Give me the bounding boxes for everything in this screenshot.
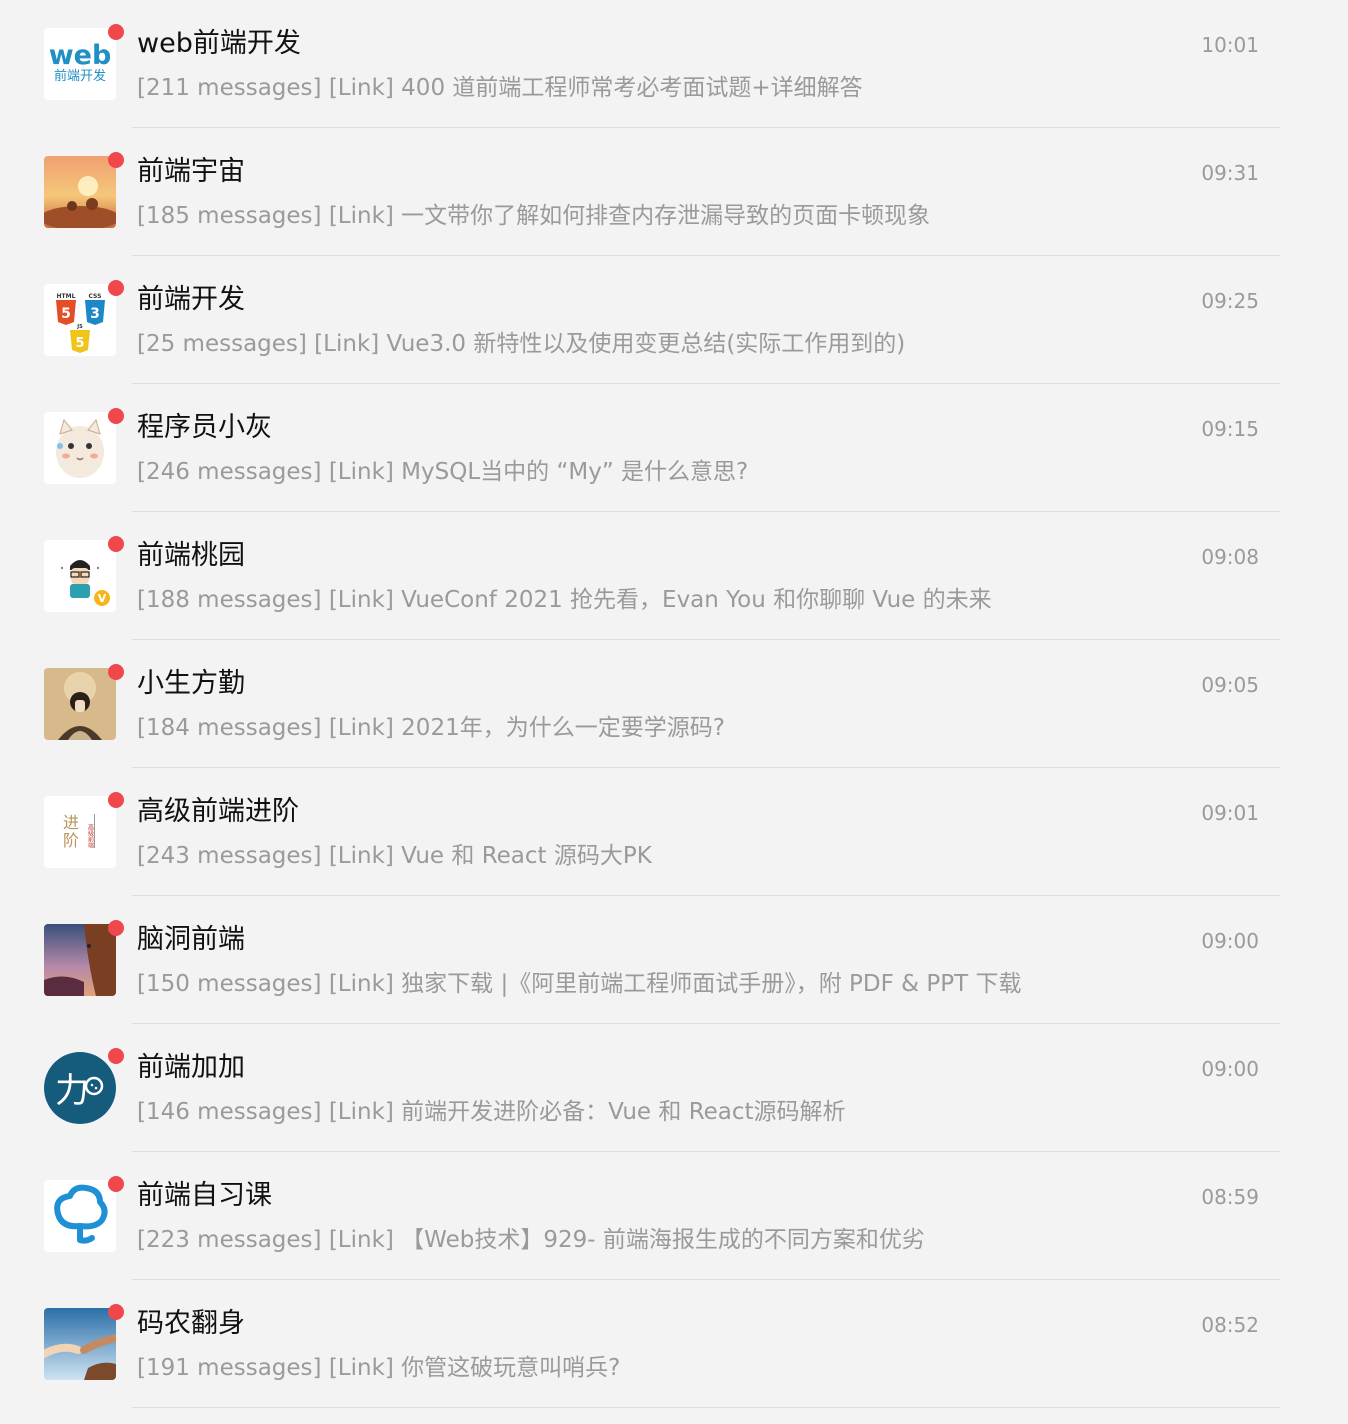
avatar-subtext: 前端开发 [54, 68, 106, 84]
web-logo-icon: web 前端开发 [44, 28, 116, 100]
unread-dot [108, 408, 124, 424]
avatar-wrap: 进 阶 高级前端 [44, 792, 124, 868]
chat-item[interactable]: 脑洞前端 09:00 [150 messages] [Link] 独家下载 |《… [0, 896, 1348, 1024]
chat-item[interactable]: 力 前端加加 09:00 [146 messages] [Link] 前端开发进… [0, 1024, 1348, 1152]
jinjie-calligraphy-icon: 进 阶 高级前端 [44, 796, 116, 868]
unread-dot [108, 152, 124, 168]
unread-dot [108, 1304, 124, 1320]
chat-time: 09:05 [1201, 673, 1259, 697]
avatar-wrap [44, 920, 124, 996]
svg-text:5: 5 [61, 306, 71, 322]
chat-preview: [223 messages] [Link] 【Web技术】929- 前端海报生成… [137, 1227, 925, 1253]
cliff-climber-icon [44, 924, 116, 996]
chat-item[interactable]: 前端自习课 08:59 [223 messages] [Link] 【Web技术… [0, 1152, 1348, 1280]
chat-preview: [25 messages] [Link] Vue3.0 新特性以及使用变更总结(… [137, 331, 906, 357]
separator [132, 1407, 1280, 1408]
svg-text:力: 力 [55, 1071, 89, 1111]
chat-name: 小生方勤 [137, 668, 245, 699]
chat-name: 前端加加 [137, 1052, 245, 1083]
chat-time: 09:08 [1201, 545, 1259, 569]
blue-tree-logo-icon [44, 1180, 116, 1252]
chat-item[interactable]: V 前端桃园 09:08 [188 messages] [Link] VueCo… [0, 512, 1348, 640]
unread-dot [108, 664, 124, 680]
helping-hands-icon [44, 1308, 116, 1380]
svg-text:高级前端: 高级前端 [87, 823, 94, 849]
chat-time: 09:01 [1201, 801, 1259, 825]
chat-name: 前端宇宙 [137, 156, 245, 187]
avatar-wrap: HTML CSS 5 3 JS 5 [44, 280, 124, 356]
unread-dot [108, 920, 124, 936]
unread-dot [108, 1176, 124, 1192]
chat-item[interactable]: 进 阶 高级前端 高级前端进阶 09:01 [243 messages] [Li… [0, 768, 1348, 896]
chat-time: 09:00 [1201, 929, 1259, 953]
chat-name: 码农翻身 [137, 1308, 245, 1339]
chat-time: 09:00 [1201, 1057, 1259, 1081]
chat-time: 10:01 [1201, 33, 1259, 57]
chat-item[interactable]: 前端宇宙 09:31 [185 messages] [Link] 一文带你了解如… [0, 128, 1348, 256]
avatar-wrap: 力 [44, 1048, 124, 1124]
chat-preview: [191 messages] [Link] 你管这破玩意叫哨兵? [137, 1355, 621, 1381]
chat-name: 程序员小灰 [137, 412, 272, 443]
chat-item[interactable]: 码农翻身 08:52 [191 messages] [Link] 你管这破玩意叫… [0, 1280, 1348, 1408]
svg-text:HTML: HTML [57, 293, 76, 300]
chat-item[interactable]: 程序员小灰 09:15 [246 messages] [Link] MySQL当… [0, 384, 1348, 512]
portrait-illustration-icon [44, 668, 116, 740]
chat-preview: [243 messages] [Link] Vue 和 React 源码大PK [137, 843, 652, 869]
chat-time: 09:25 [1201, 289, 1259, 313]
chat-item[interactable]: web 前端开发 web前端开发 10:01 [211 messages] [L… [0, 0, 1348, 128]
chat-name: 前端自习课 [137, 1180, 272, 1211]
svg-text:3: 3 [90, 306, 100, 322]
avatar-wrap [44, 408, 124, 484]
chat-preview: [150 messages] [Link] 独家下载 |《阿里前端工程师面试手册… [137, 971, 1022, 997]
chat-preview: [211 messages] [Link] 400 道前端工程师常考必考面试题+… [137, 75, 863, 101]
avatar-wrap [44, 152, 124, 228]
cartoon-cat-icon [44, 412, 116, 484]
chat-time: 09:15 [1201, 417, 1259, 441]
chat-preview: [184 messages] [Link] 2021年，为什么一定要学源码? [137, 715, 725, 741]
chat-name: 脑洞前端 [137, 924, 245, 955]
svg-text:进: 进 [63, 813, 79, 832]
verified-badge: V [98, 592, 107, 605]
programmer-cartoon-icon: V [44, 540, 116, 612]
chat-name: 高级前端进阶 [137, 796, 299, 827]
chat-time: 08:59 [1201, 1185, 1259, 1209]
svg-text:5: 5 [75, 336, 84, 351]
chat-name: 前端开发 [137, 284, 245, 315]
chat-list: web 前端开发 web前端开发 10:01 [211 messages] [L… [0, 0, 1348, 1424]
unread-dot [108, 24, 124, 40]
chat-time: 09:31 [1201, 161, 1259, 185]
chat-name: 前端桃园 [137, 540, 245, 571]
unread-dot [108, 536, 124, 552]
chat-time: 08:52 [1201, 1313, 1259, 1337]
chat-name: web前端开发 [137, 28, 301, 59]
chat-preview: [146 messages] [Link] 前端开发进阶必备：Vue 和 Rea… [137, 1099, 846, 1125]
sunset-scene-icon [44, 156, 116, 228]
svg-text:CSS: CSS [89, 293, 102, 300]
svg-text:JS: JS [76, 324, 83, 330]
avatar-wrap [44, 664, 124, 740]
chat-item[interactable]: 小生方勤 09:05 [184 messages] [Link] 2021年，为… [0, 640, 1348, 768]
chat-preview: [246 messages] [Link] MySQL当中的 “My” 是什么意… [137, 459, 749, 485]
avatar-wrap [44, 1304, 124, 1380]
avatar-wrap [44, 1176, 124, 1252]
chat-preview: [185 messages] [Link] 一文带你了解如何排查内存泄漏导致的页… [137, 203, 931, 229]
html-css-js-badges-icon: HTML CSS 5 3 JS 5 [44, 284, 116, 356]
avatar-wrap: V [44, 536, 124, 612]
jia-circle-logo-icon: 力 [44, 1052, 116, 1124]
unread-dot [108, 1048, 124, 1064]
avatar-wrap: web 前端开发 [44, 24, 124, 100]
chat-preview: [188 messages] [Link] VueConf 2021 抢先看，E… [137, 587, 992, 613]
unread-dot [108, 792, 124, 808]
chat-item[interactable]: HTML CSS 5 3 JS 5 前端开发 09:25 [25 message… [0, 256, 1348, 384]
avatar-text: web [49, 40, 112, 71]
svg-text:阶: 阶 [63, 831, 79, 850]
unread-dot [108, 280, 124, 296]
